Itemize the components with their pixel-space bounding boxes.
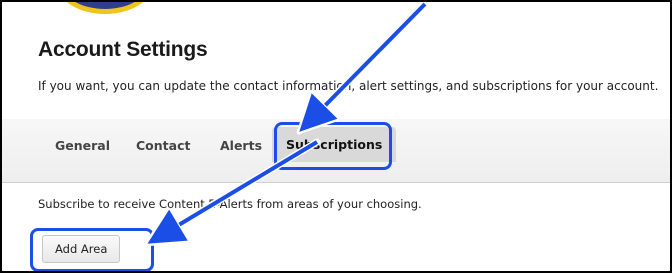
page-frame: Account Settings If you want, you can up… [0,0,672,273]
arrow-to-add-area-button-stroke [152,140,319,241]
arrow-to-subscriptions-tab-stroke [303,2,427,128]
annotation-arrows [2,2,429,273]
